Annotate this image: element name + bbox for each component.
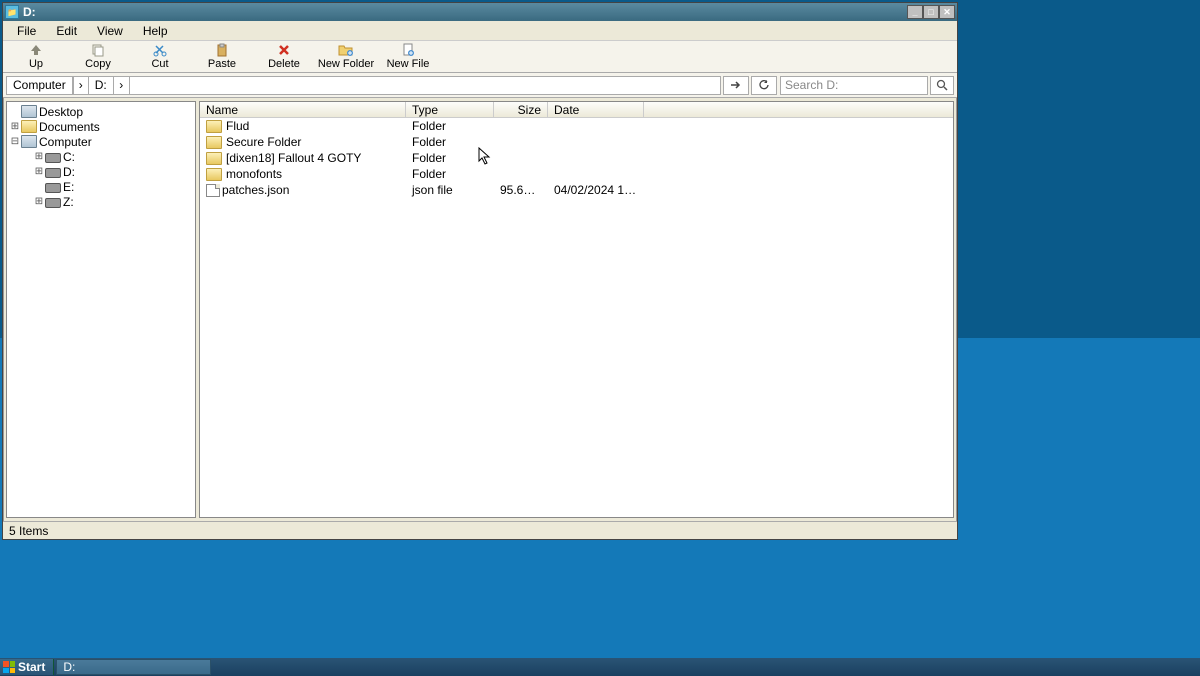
drive-icon bbox=[45, 183, 61, 193]
delete-button[interactable]: Delete bbox=[253, 42, 315, 72]
folder-icon bbox=[206, 120, 222, 133]
folder-icon bbox=[206, 168, 222, 181]
cut-button[interactable]: Cut bbox=[129, 42, 191, 72]
breadcrumb-root[interactable]: Computer bbox=[6, 76, 73, 95]
minimize-button[interactable]: _ bbox=[907, 5, 923, 19]
window-controls: _ □ ✕ bbox=[907, 5, 955, 19]
new-folder-button[interactable]: New Folder bbox=[315, 42, 377, 72]
expand-icon[interactable]: ⊞ bbox=[33, 151, 45, 162]
computer-icon bbox=[21, 135, 37, 148]
up-arrow-icon bbox=[28, 43, 44, 57]
search-button[interactable] bbox=[930, 76, 954, 95]
drive-icon bbox=[45, 198, 61, 208]
menu-file[interactable]: File bbox=[7, 22, 46, 40]
cell-name: Flud bbox=[200, 119, 406, 133]
up-button[interactable]: Up bbox=[5, 42, 67, 72]
app-icon: 📁 bbox=[5, 5, 19, 19]
address-path[interactable] bbox=[130, 76, 721, 95]
breadcrumb-drive[interactable]: D: bbox=[89, 76, 114, 95]
cell-type: Folder bbox=[406, 135, 494, 149]
cell-type: Folder bbox=[406, 167, 494, 181]
folder-icon bbox=[21, 120, 37, 133]
new-file-button[interactable]: New File bbox=[377, 42, 439, 72]
cell-type: json file bbox=[406, 183, 494, 197]
refresh-button[interactable] bbox=[751, 76, 777, 95]
list-row[interactable]: Secure FolderFolder bbox=[200, 134, 953, 150]
tree-drive-d[interactable]: ⊞D: bbox=[7, 164, 195, 179]
close-button[interactable]: ✕ bbox=[939, 5, 955, 19]
cell-size: 95.66 KB bbox=[494, 183, 548, 197]
folder-icon bbox=[206, 136, 222, 149]
drive-icon bbox=[45, 168, 61, 178]
file-list: Name Type Size Date FludFolderSecure Fol… bbox=[199, 101, 954, 518]
start-button[interactable]: Start bbox=[0, 659, 54, 675]
delete-icon bbox=[276, 43, 292, 57]
list-row[interactable]: patches.jsonjson file95.66 KB04/02/2024 … bbox=[200, 182, 953, 198]
file-manager-window: 📁 D: _ □ ✕ File Edit View Help Up Copy C… bbox=[2, 2, 958, 540]
breadcrumb-chevron-1[interactable]: › bbox=[73, 76, 89, 95]
tree-drive-c[interactable]: ⊞C: bbox=[7, 149, 195, 164]
titlebar[interactable]: 📁 D: _ □ ✕ bbox=[3, 3, 957, 21]
search-input[interactable]: Search D: bbox=[780, 76, 928, 95]
clipboard-icon bbox=[214, 43, 230, 57]
tree-computer[interactable]: ⊟Computer bbox=[7, 134, 195, 149]
new-file-icon bbox=[400, 43, 416, 57]
maximize-button[interactable]: □ bbox=[923, 5, 939, 19]
menu-help[interactable]: Help bbox=[133, 22, 178, 40]
address-bar: Computer › D: › Search D: bbox=[3, 73, 957, 98]
paste-button[interactable]: Paste bbox=[191, 42, 253, 72]
list-header: Name Type Size Date bbox=[200, 102, 953, 118]
statusbar: 5 Items bbox=[3, 521, 957, 539]
cell-name: Secure Folder bbox=[200, 135, 406, 149]
cell-name: [dixen18] Fallout 4 GOTY bbox=[200, 151, 406, 165]
taskbar-item[interactable]: D: bbox=[56, 659, 211, 675]
status-text: 5 Items bbox=[9, 524, 48, 538]
expand-icon[interactable]: ⊞ bbox=[33, 196, 45, 207]
cell-type: Folder bbox=[406, 119, 494, 133]
folder-icon bbox=[206, 152, 222, 165]
tree-drive-z[interactable]: ⊞Z: bbox=[7, 194, 195, 209]
desktop-icon bbox=[21, 105, 37, 118]
column-name[interactable]: Name bbox=[200, 102, 406, 117]
list-row[interactable]: monofontsFolder bbox=[200, 166, 953, 182]
content-area: Desktop ⊞Documents ⊟Computer ⊞C: ⊞D: E: … bbox=[3, 98, 957, 521]
tree-desktop[interactable]: Desktop bbox=[7, 104, 195, 119]
tree-drive-e[interactable]: E: bbox=[7, 179, 195, 194]
file-icon bbox=[206, 184, 220, 197]
menubar: File Edit View Help bbox=[3, 21, 957, 41]
column-size[interactable]: Size bbox=[494, 102, 548, 117]
new-folder-icon bbox=[338, 43, 354, 57]
collapse-icon[interactable]: ⊟ bbox=[9, 136, 21, 147]
window-title: D: bbox=[23, 5, 907, 19]
drive-icon bbox=[45, 153, 61, 163]
toolbar: Up Copy Cut Paste Delete New Folder New … bbox=[3, 41, 957, 73]
menu-view[interactable]: View bbox=[87, 22, 133, 40]
expand-icon[interactable]: ⊞ bbox=[33, 166, 45, 177]
cell-name: patches.json bbox=[200, 183, 406, 197]
scissors-icon bbox=[152, 43, 168, 57]
cell-type: Folder bbox=[406, 151, 494, 165]
copy-icon bbox=[90, 43, 106, 57]
list-body[interactable]: FludFolderSecure FolderFolder[dixen18] F… bbox=[200, 118, 953, 517]
folder-tree[interactable]: Desktop ⊞Documents ⊟Computer ⊞C: ⊞D: E: … bbox=[6, 101, 196, 518]
column-spacer bbox=[644, 102, 953, 117]
menu-edit[interactable]: Edit bbox=[46, 22, 87, 40]
list-row[interactable]: [dixen18] Fallout 4 GOTYFolder bbox=[200, 150, 953, 166]
cell-name: monofonts bbox=[200, 167, 406, 181]
cell-date: 04/02/2024 14:50 bbox=[548, 183, 648, 197]
go-button[interactable] bbox=[723, 76, 749, 95]
windows-logo-icon bbox=[3, 661, 15, 673]
list-row[interactable]: FludFolder bbox=[200, 118, 953, 134]
expand-icon[interactable]: ⊞ bbox=[9, 121, 21, 132]
column-type[interactable]: Type bbox=[406, 102, 494, 117]
column-date[interactable]: Date bbox=[548, 102, 644, 117]
breadcrumb-chevron-2[interactable]: › bbox=[114, 76, 130, 95]
copy-button[interactable]: Copy bbox=[67, 42, 129, 72]
tree-documents[interactable]: ⊞Documents bbox=[7, 119, 195, 134]
taskbar: Start D: bbox=[0, 658, 1200, 676]
